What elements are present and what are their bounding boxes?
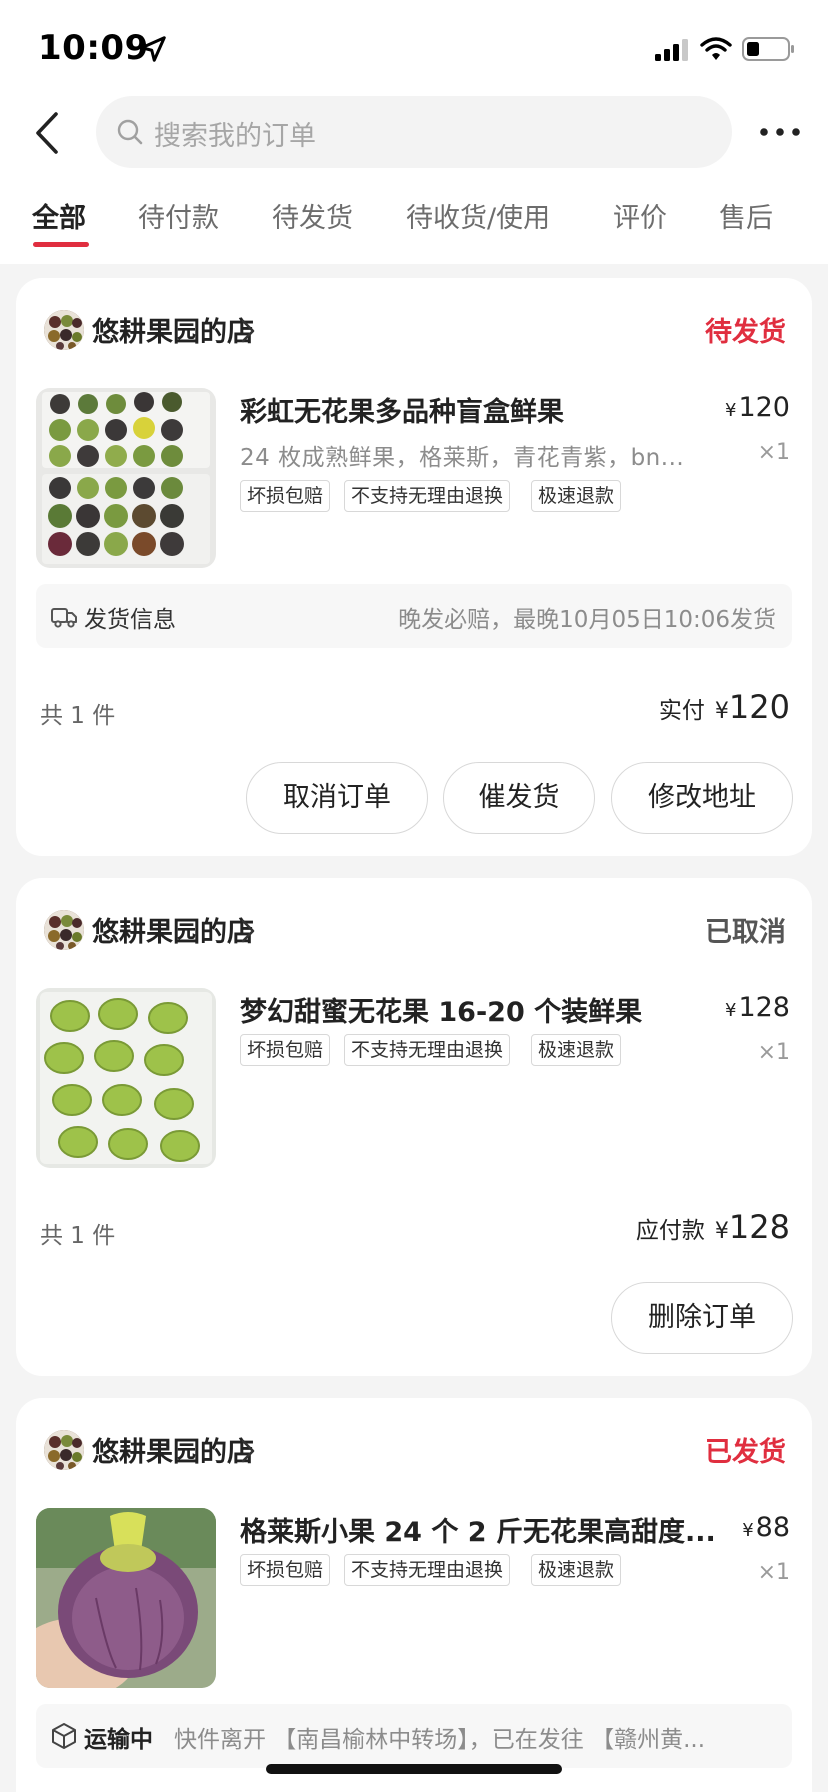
product-spec: 24 枚成熟鲜果，格莱斯，青花青紫，bn... xyxy=(240,445,685,471)
cellular-signal-icon xyxy=(655,39,688,61)
shipping-info-row[interactable]: 发货信息 晚发必赔，最晚10月05日10:06发货 xyxy=(36,584,792,648)
shop-avatar[interactable] xyxy=(44,910,84,950)
shop-name[interactable]: 悠耕果园的店 xyxy=(92,310,254,349)
order-tabs: 全部 待付款 待发货 待收货/使用 评价 售后 xyxy=(0,196,828,256)
total-label: 应付款 xyxy=(635,1218,705,1244)
product-title[interactable]: 彩虹无花果多品种盲盒鲜果 xyxy=(240,390,700,429)
more-options-icon[interactable] xyxy=(758,120,802,144)
product-price: ¥88 xyxy=(742,1512,790,1543)
product-quantity: ×1 xyxy=(757,440,790,465)
search-input[interactable]: 搜索我的订单 xyxy=(96,96,732,168)
logistics-row[interactable]: 运输中 快件离开 【南昌榆林中转场】，已在发往 【赣州黄... xyxy=(36,1704,792,1768)
shop-name[interactable]: 悠耕果园的店 xyxy=(92,1430,254,1469)
price-value: 128 xyxy=(738,992,790,1023)
product-quantity: ×1 xyxy=(757,1040,790,1065)
wifi-icon xyxy=(700,37,732,60)
product-thumbnail[interactable] xyxy=(36,988,216,1168)
cancel-order-button[interactable]: 取消订单 xyxy=(246,762,428,834)
truck-icon xyxy=(51,608,77,628)
product-image xyxy=(36,388,216,568)
tab-pending-shipment[interactable]: 待发货 xyxy=(272,196,353,235)
logistics-status-label: 运输中 xyxy=(84,1727,153,1753)
product-title[interactable]: 梦幻甜蜜无花果 16-20 个装鲜果 xyxy=(240,990,680,1029)
tab-review[interactable]: 评价 xyxy=(613,196,667,235)
tab-all[interactable]: 全部 xyxy=(32,196,86,235)
currency-symbol: ¥ xyxy=(725,400,737,421)
tag-fast-refund: 极速退款 xyxy=(531,1554,622,1586)
order-total: 应付款 ¥128 xyxy=(636,1208,790,1246)
tag-damage-compensation: 坏损包赔 xyxy=(240,480,331,512)
order-card[interactable]: 悠耕果园的店 已取消 梦幻甜蜜无花果 16-20 个装鲜果 ¥128 ×1 坏损… xyxy=(16,878,812,1376)
currency-symbol: ¥ xyxy=(714,1219,729,1244)
shop-name[interactable]: 悠耕果园的店 xyxy=(92,910,254,949)
order-status: 已取消 xyxy=(705,917,786,948)
search-placeholder: 搜索我的订单 xyxy=(154,121,316,152)
tab-pending-payment[interactable]: 待付款 xyxy=(138,196,219,235)
tag-damage-compensation: 坏损包赔 xyxy=(240,1034,331,1066)
product-image xyxy=(36,988,216,1168)
delete-order-button[interactable]: 删除订单 xyxy=(611,1282,793,1354)
edit-address-button[interactable]: 修改地址 xyxy=(611,762,793,834)
logistics-latest-update: 快件离开 【南昌榆林中转场】，已在发往 【赣州黄... xyxy=(174,1727,706,1753)
shop-avatar-image xyxy=(44,310,84,350)
order-status: 已发货 xyxy=(705,1437,786,1468)
product-price: ¥120 xyxy=(725,392,790,423)
tag-damage-compensation: 坏损包赔 xyxy=(240,1554,331,1586)
shop-avatar-image xyxy=(44,910,84,950)
tag-fast-refund: 极速退款 xyxy=(531,480,622,512)
order-total: 实付 ¥120 xyxy=(659,688,790,726)
currency-symbol: ¥ xyxy=(714,699,729,724)
status-time: 10:09 xyxy=(38,28,149,68)
chevron-right-icon xyxy=(241,1439,255,1463)
tab-pending-receipt[interactable]: 待收货/使用 xyxy=(406,196,550,235)
shop-avatar[interactable] xyxy=(44,1430,84,1470)
battery-icon xyxy=(742,37,794,61)
product-title[interactable]: 格莱斯小果 24 个 2 斤无花果高甜度... xyxy=(240,1510,720,1549)
order-card[interactable]: 悠耕果园的店 已发货 格莱斯小果 24 个 2 斤无花果高甜度... ¥88 ×… xyxy=(16,1398,812,1792)
shop-avatar-image xyxy=(44,1430,84,1470)
status-bar: 10:09 xyxy=(0,0,828,90)
product-thumbnail[interactable] xyxy=(36,1508,216,1688)
order-status: 待发货 xyxy=(705,317,786,348)
order-card[interactable]: 悠耕果园的店 待发货 彩虹无花果多品种盲盒鲜果 ¥120 24 枚成熟鲜果，格莱… xyxy=(16,278,812,856)
product-thumbnail[interactable] xyxy=(36,388,216,568)
item-count: 共 1 件 xyxy=(40,703,116,729)
total-amount: 128 xyxy=(728,1208,790,1246)
active-tab-indicator xyxy=(33,242,89,247)
search-icon xyxy=(117,119,143,145)
product-price: ¥128 xyxy=(725,992,790,1023)
tag-no-free-return: 不支持无理由退换 xyxy=(344,1554,511,1586)
back-arrow-icon[interactable] xyxy=(30,108,66,158)
total-amount: 120 xyxy=(728,688,790,726)
package-box-icon xyxy=(52,1723,76,1749)
shipping-info-label: 发货信息 xyxy=(84,607,176,633)
tag-fast-refund: 极速退款 xyxy=(531,1034,622,1066)
home-indicator[interactable] xyxy=(266,1764,562,1774)
shop-avatar[interactable] xyxy=(44,310,84,350)
location-arrow-icon xyxy=(140,36,166,62)
currency-symbol: ¥ xyxy=(742,1520,754,1541)
price-value: 88 xyxy=(755,1512,790,1543)
currency-symbol: ¥ xyxy=(725,1000,737,1021)
tag-no-free-return: 不支持无理由退换 xyxy=(344,1034,511,1066)
chevron-right-icon xyxy=(241,319,255,343)
product-image xyxy=(36,1508,216,1688)
shipping-deadline-note: 晚发必赔，最晚10月05日10:06发货 xyxy=(398,607,776,633)
item-count: 共 1 件 xyxy=(40,1223,116,1249)
chevron-right-icon xyxy=(241,919,255,943)
price-value: 120 xyxy=(738,392,790,423)
urge-shipment-button[interactable]: 催发货 xyxy=(443,762,595,834)
tab-after-sales[interactable]: 售后 xyxy=(719,196,773,235)
total-label: 实付 xyxy=(658,698,705,724)
product-quantity: ×1 xyxy=(757,1560,790,1585)
tag-no-free-return: 不支持无理由退换 xyxy=(344,480,511,512)
